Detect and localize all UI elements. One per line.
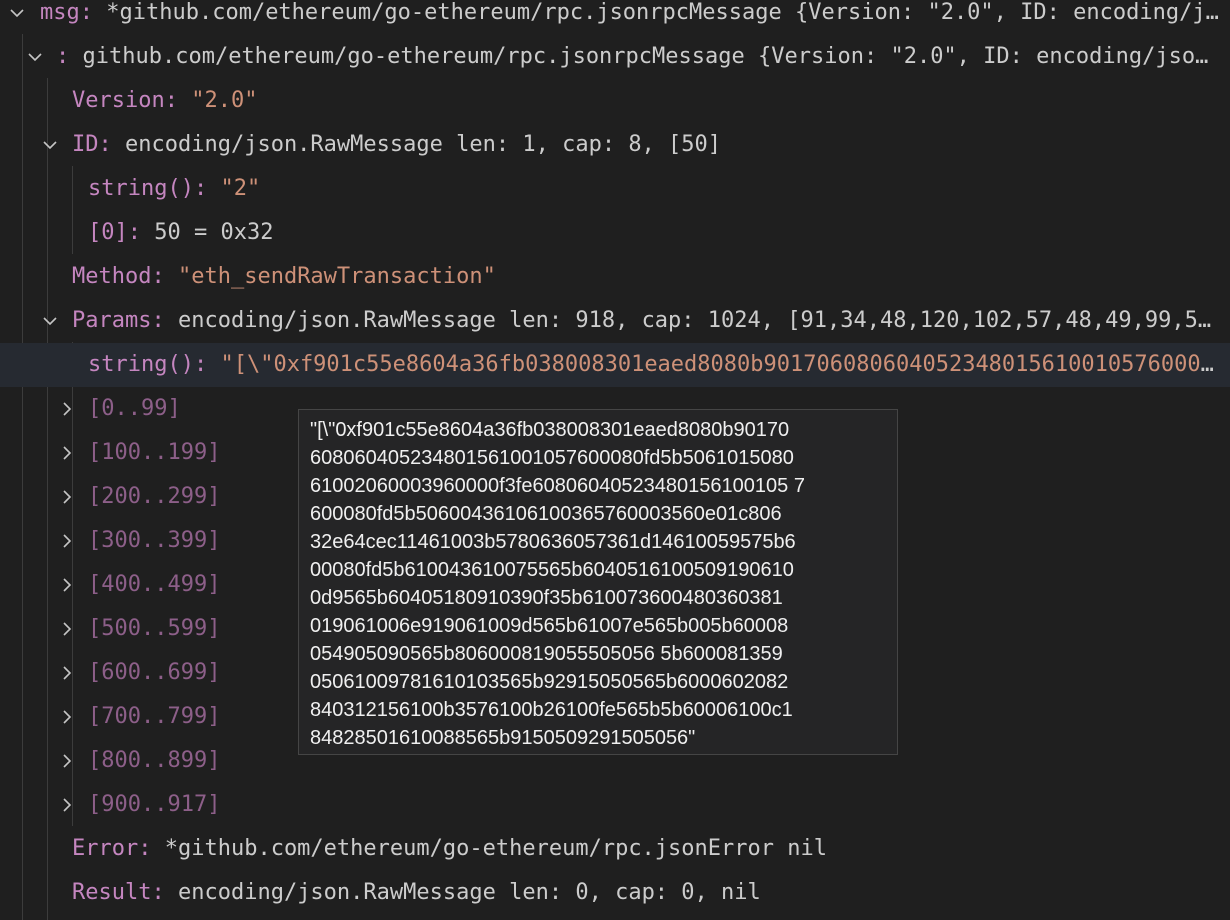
variable-name: ID — [72, 132, 99, 157]
tooltip-line: 05061009781610103565b92915050565b6000602… — [310, 671, 789, 693]
tooltip-line: 61002060003960000f3fe6080604052348015610… — [310, 475, 805, 497]
variable-name: string() — [88, 352, 194, 377]
range-label: [600..699] — [88, 660, 221, 685]
tooltip-line: 00080fd5b610043610075565b604051610050919… — [310, 559, 794, 581]
variable-id[interactable]: ID: encoding/json.RawMessage len: 1, cap… — [0, 123, 1230, 167]
chevron-right-icon[interactable] — [56, 783, 78, 827]
variable-msg[interactable]: msg: *github.com/ethereum/go-ethereum/rp… — [0, 0, 1230, 35]
tooltip-line: 019061006e919061009d565b61007e565b005b60… — [310, 615, 789, 637]
range-label: [800..899] — [88, 748, 221, 773]
variable-value: "2" — [220, 176, 261, 201]
tooltip-line: 600080fd5b50600436106100365760003560e01c… — [310, 503, 782, 525]
variable-name: Error — [72, 836, 139, 861]
variable-name: string() — [88, 176, 194, 201]
chevron-right-icon[interactable] — [56, 519, 78, 563]
variable-name: Params — [72, 308, 152, 333]
variable-error[interactable]: Error: *github.com/ethereum/go-ethereum/… — [0, 827, 1230, 871]
variable-value: encoding/json.RawMessage len: 918, cap: … — [177, 308, 1220, 333]
range-label: [700..799] — [88, 704, 221, 729]
tooltip-line: 054905090565b806000819055505056 5b600081… — [310, 643, 783, 665]
tooltip-line: 32e64cec11461003b5780636057361d146100595… — [310, 531, 796, 553]
chevron-right-icon[interactable] — [56, 431, 78, 475]
tooltip-line: "[\"0xf901c55e8604a36fb038008301eaed8080… — [310, 419, 790, 441]
variable-name: msg — [40, 0, 80, 25]
variable-name: Method — [72, 264, 152, 289]
variable-value: "[\"0xf901c55e8604a36fb038008301eaed8080… — [220, 352, 1220, 377]
variable-params-string[interactable]: string(): "[\"0xf901c55e8604a36fb0380083… — [0, 343, 1230, 387]
chevron-right-icon[interactable] — [56, 387, 78, 431]
tooltip-line: 84828501610088565b9150509291505056" — [310, 727, 696, 749]
variable-id-index-0[interactable]: [0]: 50 = 0x32 — [0, 211, 1230, 255]
chevron-right-icon[interactable] — [56, 695, 78, 739]
variable-method[interactable]: Method: "eth_sendRawTransaction" — [0, 255, 1230, 299]
variable-anon[interactable]: : github.com/ethereum/go-ethereum/rpc.js… — [0, 35, 1230, 79]
chevron-down-icon[interactable] — [39, 123, 61, 167]
variable-value: "2.0" — [191, 88, 258, 113]
range-group[interactable]: [900..917] — [0, 783, 1230, 827]
chevron-down-icon[interactable] — [39, 299, 61, 343]
chevron-right-icon[interactable] — [56, 651, 78, 695]
variable-name: Result — [72, 880, 152, 905]
value-hover-tooltip: "[\"0xf901c55e8604a36fb038008301eaed8080… — [298, 409, 898, 755]
range-label: [0..99] — [88, 396, 181, 421]
tooltip-line: 608060405234801561001057600080fd5b506101… — [310, 447, 794, 469]
range-label: [200..299] — [88, 484, 221, 509]
variable-result[interactable]: Result: encoding/json.RawMessage len: 0,… — [0, 871, 1230, 915]
range-label: [900..917] — [88, 792, 221, 817]
chevron-down-icon[interactable] — [24, 35, 46, 79]
variable-id-string[interactable]: string(): "2" — [0, 167, 1230, 211]
tooltip-line: 840312156100b3576100b26100fe565b5b600061… — [310, 699, 793, 721]
variable-value: "eth_sendRawTransaction" — [177, 264, 496, 289]
variable-value: 50 = 0x32 — [154, 220, 274, 245]
chevron-right-icon[interactable] — [56, 739, 78, 783]
variable-name: Version — [72, 88, 165, 113]
variable-params[interactable]: Params: encoding/json.RawMessage len: 91… — [0, 299, 1230, 343]
variable-value: github.com/ethereum/go-ethereum/rpc.json… — [82, 44, 1221, 69]
chevron-right-icon[interactable] — [56, 563, 78, 607]
chevron-right-icon[interactable] — [56, 607, 78, 651]
chevron-down-icon[interactable] — [6, 0, 28, 35]
variable-value: *github.com/ethereum/go-ethereum/rpc.jso… — [164, 836, 827, 861]
chevron-right-icon[interactable] — [56, 475, 78, 519]
variable-version[interactable]: Version: "2.0" — [0, 79, 1230, 123]
variable-name: [0] — [88, 220, 128, 245]
range-label: [500..599] — [88, 616, 221, 641]
range-label: [400..499] — [88, 572, 221, 597]
range-label: [300..399] — [88, 528, 221, 553]
range-label: [100..199] — [88, 440, 221, 465]
variable-value: encoding/json.RawMessage len: 1, cap: 8,… — [125, 132, 722, 157]
tooltip-line: 0d9565b60405180910390f35b610073600480360… — [310, 587, 783, 609]
variable-value: *github.com/ethereum/go-ethereum/rpc.jso… — [106, 0, 1220, 25]
variable-value: encoding/json.RawMessage len: 0, cap: 0,… — [177, 880, 761, 905]
